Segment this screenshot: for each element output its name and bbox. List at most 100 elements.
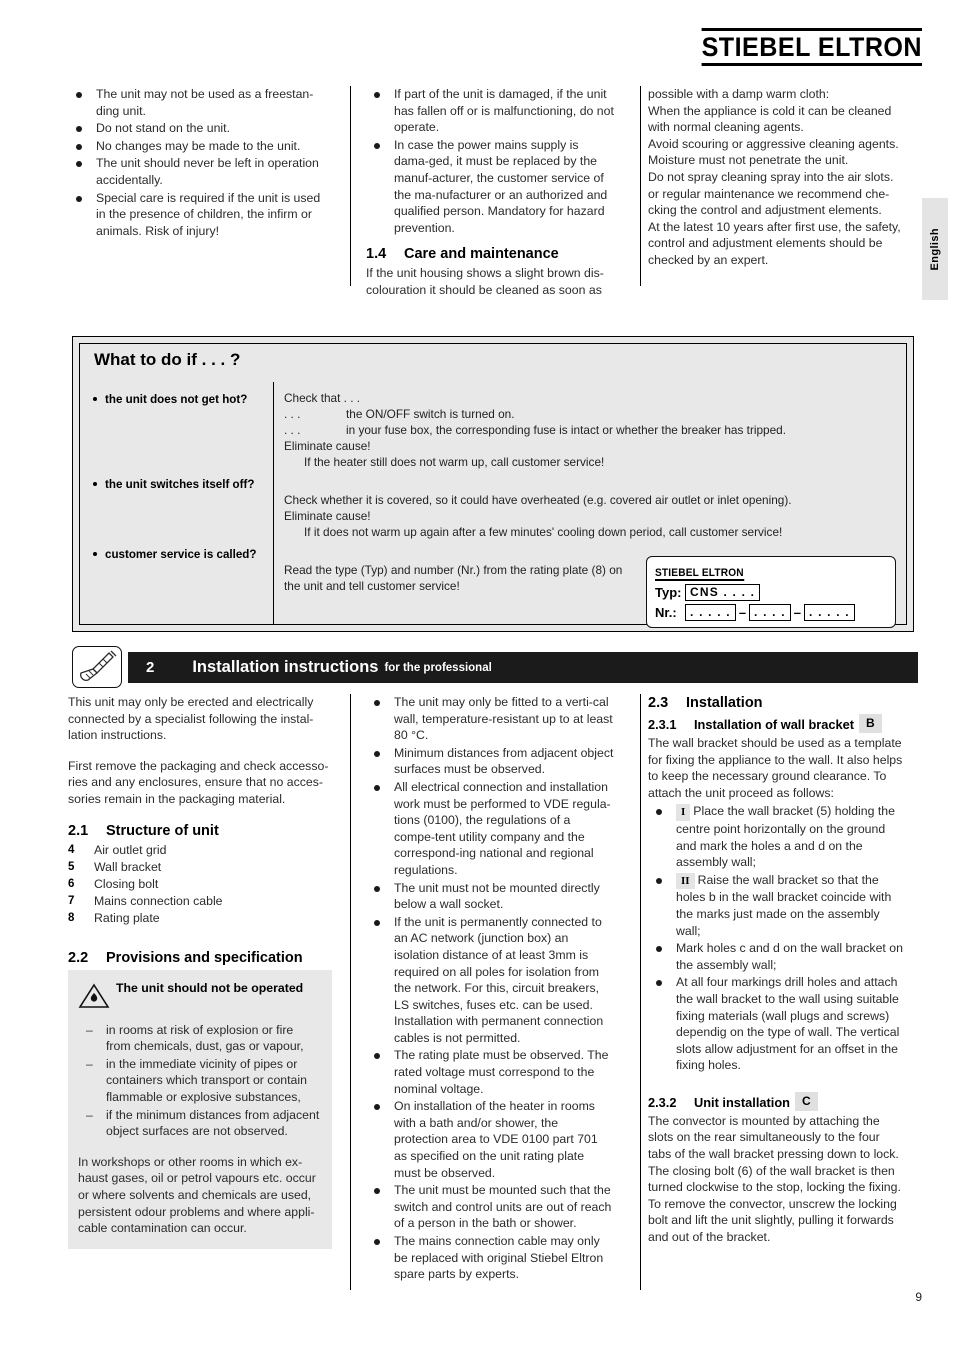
heading-number: 2.3 xyxy=(648,695,669,711)
rating-plate-brand: STIEBEL ELTRON xyxy=(655,567,744,581)
care-line: When the appliance is cold it can be cle… xyxy=(648,103,892,118)
list-item: Mark holes c and d on the wall bracket o… xyxy=(648,940,906,973)
troubleshooting-answers: Check that . . . . . . the ON/OFF switch … xyxy=(274,382,906,628)
list-item: I Place the wall bracket (5) holding the … xyxy=(648,803,906,870)
answer-line: Check that . . . xyxy=(284,391,361,405)
rating-plate-typ-row: Typ: CNS . . . . xyxy=(655,584,887,601)
safety-columns: The unit may not be used as a freestan-d… xyxy=(68,86,924,299)
care-line: Moisture must not penetrate the unit. xyxy=(648,153,849,168)
care-line: or regular maintenance we recommend che- xyxy=(648,186,890,201)
list-item: The mains connection cable may only be r… xyxy=(366,1233,614,1283)
heading-text: Installation xyxy=(686,695,763,711)
warning-footer: In workshops or other rooms in which ex-… xyxy=(78,1154,316,1236)
section-subtitle: for the professional xyxy=(384,661,492,674)
rating-plate-sample: STIEBEL ELTRON Typ: CNS . . . . Nr.: . .… xyxy=(646,556,896,628)
list-item: The unit should never be left in operati… xyxy=(68,155,332,188)
structure-list: 4 Air outlet grid 5 Wall bracket 6 Closing … xyxy=(68,842,332,927)
question-item: customer service is called? xyxy=(92,547,272,562)
care-line: with normal cleaning agents. xyxy=(648,120,804,135)
care-line: checked by an expert. xyxy=(648,252,769,267)
item-label: Air outlet grid xyxy=(94,842,167,857)
dot-lead: . . . xyxy=(284,407,301,421)
list-item: 4 Air outlet grid xyxy=(68,842,332,859)
heading-structure-of-unit: 2.1 Structure of unit xyxy=(68,822,332,840)
warning-title: The unit should not be operated xyxy=(116,980,304,995)
answer-line-with-lead: . . . in your fuse box, the corresponding… xyxy=(284,422,896,438)
rating-plate-nr-row: Nr.: . . . . . – . . . . – . . . . . xyxy=(655,604,887,621)
figure-tag-c: C xyxy=(794,1091,818,1111)
heading-number: 2.3.1 xyxy=(648,717,677,732)
brand-logo: STIEBEL ELTRON xyxy=(685,28,922,66)
list-item: Special care is required if the unit is … xyxy=(68,190,332,240)
intro-paragraph-2: First remove the packaging and check acc… xyxy=(68,758,329,806)
care-line: cking the control and adjustment element… xyxy=(648,203,882,218)
answer-block-1: Check that . . . . . . the ON/OFF switch … xyxy=(284,390,896,470)
troubleshooting-body: the unit does not get hot? the unit swit… xyxy=(80,382,906,628)
list-item: If the unit is permanently connected to … xyxy=(366,914,614,1047)
section2-column-middle: The unit may only be fitted to a verti-c… xyxy=(350,694,632,1284)
list-item: in rooms at risk of explosion or fire fr… xyxy=(78,1022,320,1055)
heading-number: 2.1 xyxy=(68,822,89,839)
section-number: 2 xyxy=(146,659,155,676)
section2-column-left: This unit may only be erected and electr… xyxy=(68,694,350,1284)
answer-line: Eliminate cause! xyxy=(284,439,371,453)
heading-text: Care and maintenance xyxy=(404,246,559,263)
list-item: No changes may be made to the unit. xyxy=(68,138,332,155)
nr-dash-1: – xyxy=(738,605,747,620)
nr-field-1: . . . . . xyxy=(685,604,736,621)
language-tab-label: English xyxy=(929,227,941,271)
nr-dash-2: – xyxy=(793,605,802,620)
step-marker: I xyxy=(676,804,691,821)
list-item: Do not stand on the unit. xyxy=(68,120,332,137)
step-text: At all four markings drill holes and att… xyxy=(676,975,900,1073)
item-key: 5 xyxy=(68,860,75,873)
language-tab: English xyxy=(922,198,948,300)
answer-text: in your fuse box, the corresponding fuse… xyxy=(346,423,787,437)
list-item: The unit may only be fitted to a verti-c… xyxy=(366,694,614,744)
safety-column-2: If part of the unit is damaged, if the u… xyxy=(350,86,632,299)
manual-page: STIEBEL ELTRON English The unit may not … xyxy=(0,0,954,1350)
question-item: the unit does not get hot? xyxy=(92,392,272,407)
item-label: Mains connection cable xyxy=(94,893,223,908)
list-item: In case the power mains supply is dama-g… xyxy=(366,137,614,237)
list-item: The rating plate must be observed. The r… xyxy=(366,1047,614,1097)
answer-line-indented: If it does not warm up again after a few… xyxy=(304,525,783,539)
list-item: If part of the unit is damaged, if the u… xyxy=(366,86,614,136)
figure-tag-b: B xyxy=(859,714,882,733)
item-label: Rating plate xyxy=(94,910,160,925)
screwdriver-glyph xyxy=(80,650,117,681)
unit-installation-paragraph: The convector is mounted by attaching th… xyxy=(648,1113,901,1245)
item-key: 7 xyxy=(68,894,75,907)
list-item: On installation of the heater in rooms w… xyxy=(366,1098,614,1181)
list-item: 5 Wall bracket xyxy=(68,859,332,876)
warning-list: in rooms at risk of explosion or fire fr… xyxy=(78,1022,320,1140)
safety-list-2: If part of the unit is damaged, if the u… xyxy=(366,86,614,236)
heading-number: 2.2 xyxy=(68,949,89,966)
answer-line: Read the type (Typ) and number (Nr.) fro… xyxy=(284,563,623,577)
list-item: All electrical connection and installati… xyxy=(366,779,614,879)
safety-column-1: The unit may not be used as a freestan-d… xyxy=(68,86,350,299)
section2-column-right: 2.3 Installation 2.3.1 Installation of wal… xyxy=(632,694,924,1284)
care-lines: possible with a damp warm cloth: When th… xyxy=(648,86,906,269)
list-item: The unit may not be used as a freestan-d… xyxy=(68,86,332,119)
typ-field: CNS . . . . xyxy=(685,584,761,601)
care-line: At the latest 10 years after first use, … xyxy=(648,219,901,234)
troubleshooting-questions: the unit does not get hot? the unit swit… xyxy=(80,382,274,624)
item-label: Wall bracket xyxy=(94,859,162,874)
answer-line: the unit and tell customer service! xyxy=(284,579,460,593)
list-item: 6 Closing bolt xyxy=(68,876,332,893)
safety-list-1: The unit may not be used as a freestan-d… xyxy=(68,86,332,239)
item-key: 4 xyxy=(68,843,75,856)
warning-flammable-icon xyxy=(78,980,112,1015)
nr-label: Nr.: xyxy=(655,605,677,620)
answer-line-indented: If the heater still does not warm up, ca… xyxy=(304,455,605,469)
list-item: in the immediate vicinity of pipes or co… xyxy=(78,1056,320,1106)
heading-care-maintenance: 1.4 Care and maintenance xyxy=(366,245,614,263)
wall-bracket-paragraph: The wall bracket should be used as a tem… xyxy=(648,736,903,800)
item-label: Closing bolt xyxy=(94,876,159,891)
list-item: The unit must not be mounted directly be… xyxy=(366,880,614,913)
page-number: 9 xyxy=(915,1290,922,1304)
list-item: II Raise the wall bracket so that the hol… xyxy=(648,872,906,939)
intro-paragraph-1: This unit may only be erected and electr… xyxy=(68,695,314,743)
list-item: if the minimum distances from adjacent o… xyxy=(78,1107,320,1140)
